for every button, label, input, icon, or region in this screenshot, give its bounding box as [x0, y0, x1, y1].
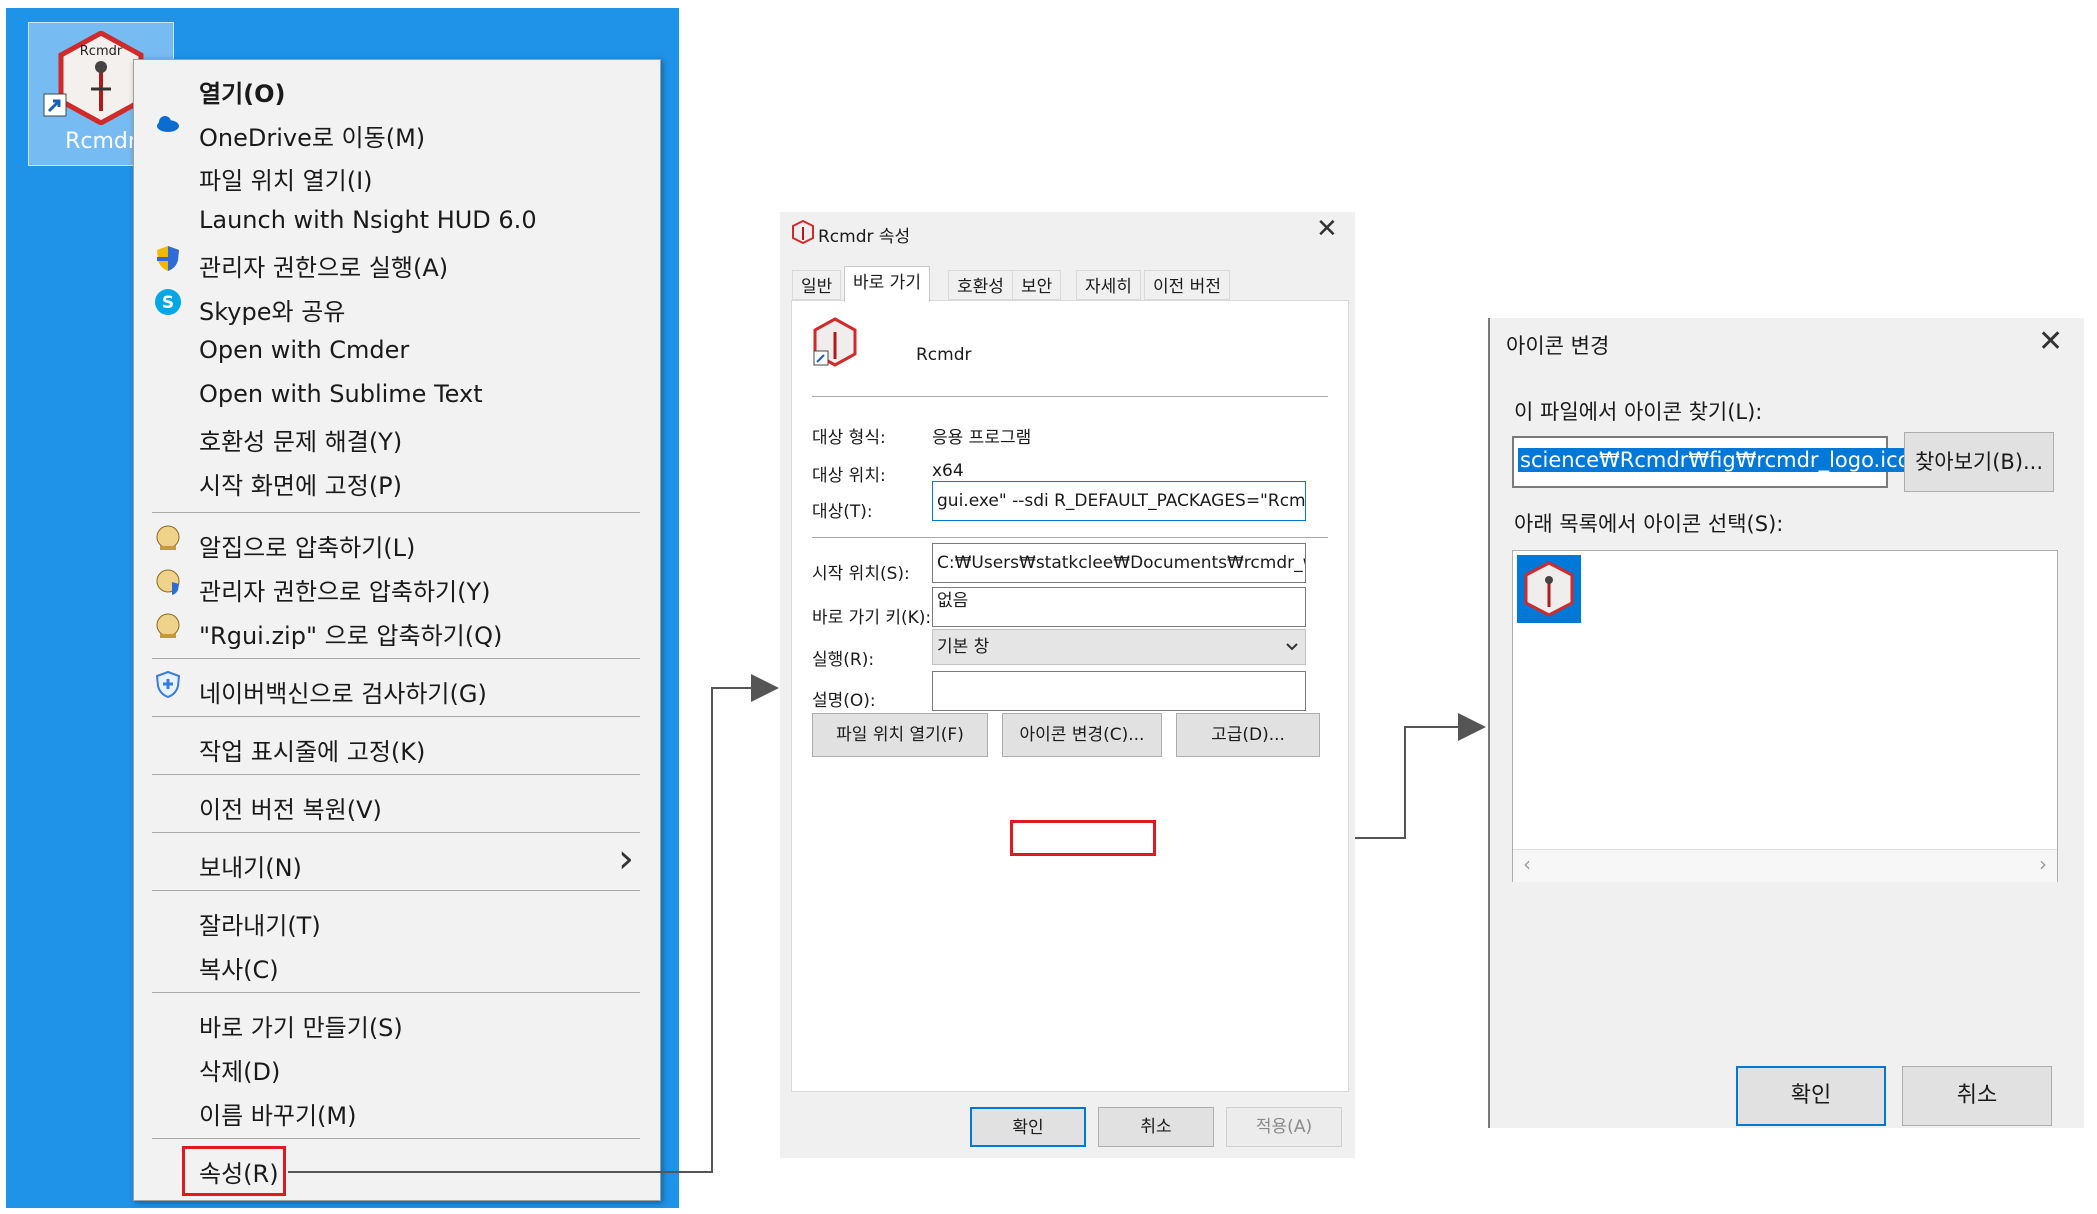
change-icon-highlight-box [1010, 820, 1156, 856]
arrow-to-properties [288, 674, 779, 1173]
comment-label: 설명(O): [812, 691, 876, 711]
target-location-label: 대상 위치: [812, 466, 886, 486]
run-select-value: 기본 창 [937, 637, 990, 657]
ok-button[interactable]: 확인 [1736, 1066, 1886, 1126]
shortcut-key-field[interactable]: 없음 [932, 587, 1306, 627]
browse-button[interactable]: 찾아보기(B)... [1904, 432, 2054, 492]
run-label: 실행(R): [812, 650, 875, 670]
chevron-down-icon [1286, 643, 1298, 651]
properties-dialog: Rcmdr 속성 ✕ 일반 바로 가기 호환성 보안 자세히 이전 버전 Rcm… [780, 212, 1355, 1158]
rcmdr-app-icon [813, 317, 857, 367]
scroll-right-icon[interactable]: › [2039, 852, 2047, 876]
scroll-left-icon[interactable]: ‹ [1523, 852, 1531, 876]
panel-separator [812, 396, 1328, 397]
rcmdr-small-icon [792, 220, 814, 244]
target-location-value: x64 [932, 461, 964, 481]
close-icon[interactable]: ✕ [2038, 324, 2063, 359]
target-label: 대상(T): [812, 502, 873, 522]
tab-shortcut[interactable]: 바로 가기 [844, 266, 930, 302]
rcmdr-logo-icon [1524, 561, 1574, 617]
change-icon-title: 아이콘 변경 [1506, 334, 1610, 358]
shortcut-key-label: 바로 가기 키(K): [812, 608, 932, 628]
close-icon[interactable]: ✕ [1316, 214, 1338, 244]
change-icon-dialog: 아이콘 변경 ✕ 이 파일에서 아이콘 찾기(L): science₩Rcmdr… [1488, 318, 2084, 1128]
start-in-field[interactable]: C:₩Users₩statkclee₩Documents₩rcmdr_works [932, 543, 1306, 583]
target-field[interactable]: gui.exe" --sdi R_DEFAULT_PACKAGES="Rcmdr… [932, 481, 1306, 521]
tab-details[interactable]: 자세히 [1076, 270, 1141, 300]
icon-file-path-value: science₩Rcmdr₩fig₩rcmdr_logo.ico [1518, 448, 1913, 472]
panel-separator [812, 537, 1328, 538]
ok-button[interactable]: 확인 [970, 1107, 1086, 1147]
select-icon-label: 아래 목록에서 아이콘 선택(S): [1514, 512, 1784, 536]
properties-title: Rcmdr 속성 [818, 227, 911, 247]
advanced-button[interactable]: 고급(D)... [1176, 713, 1320, 757]
icon-file-path-field[interactable]: science₩Rcmdr₩fig₩rcmdr_logo.ico [1512, 436, 1913, 488]
tab-general[interactable]: 일반 [792, 270, 842, 300]
icon-list-item-selected[interactable] [1517, 555, 1581, 623]
comment-field[interactable] [932, 671, 1306, 711]
change-icon-button[interactable]: 아이콘 변경(C)... [1002, 713, 1162, 757]
tab-previous-versions[interactable]: 이전 버전 [1144, 270, 1230, 300]
run-select[interactable]: 기본 창 [932, 629, 1306, 665]
open-file-location-button[interactable]: 파일 위치 열기(F) [812, 713, 988, 757]
cancel-button[interactable]: 취소 [1902, 1066, 2052, 1126]
cancel-button[interactable]: 취소 [1098, 1107, 1214, 1147]
horizontal-scrollbar[interactable]: ‹ › [1513, 849, 2057, 882]
tab-compatibility[interactable]: 호환성 [948, 270, 1013, 300]
find-icons-label: 이 파일에서 아이콘 찾기(L): [1514, 400, 1763, 424]
tab-security[interactable]: 보안 [1012, 270, 1062, 300]
shortcut-tab-panel: Rcmdr 대상 형식: 응용 프로그램 대상 위치: x64 대상(T): g… [791, 300, 1349, 1092]
target-type-label: 대상 형식: [812, 428, 886, 448]
target-type-value: 응용 프로그램 [932, 428, 1032, 448]
apply-button[interactable]: 적용(A) [1226, 1107, 1342, 1147]
start-in-label: 시작 위치(S): [812, 564, 910, 584]
app-name: Rcmdr [916, 345, 972, 365]
icon-list[interactable]: ‹ › [1512, 550, 2058, 882]
